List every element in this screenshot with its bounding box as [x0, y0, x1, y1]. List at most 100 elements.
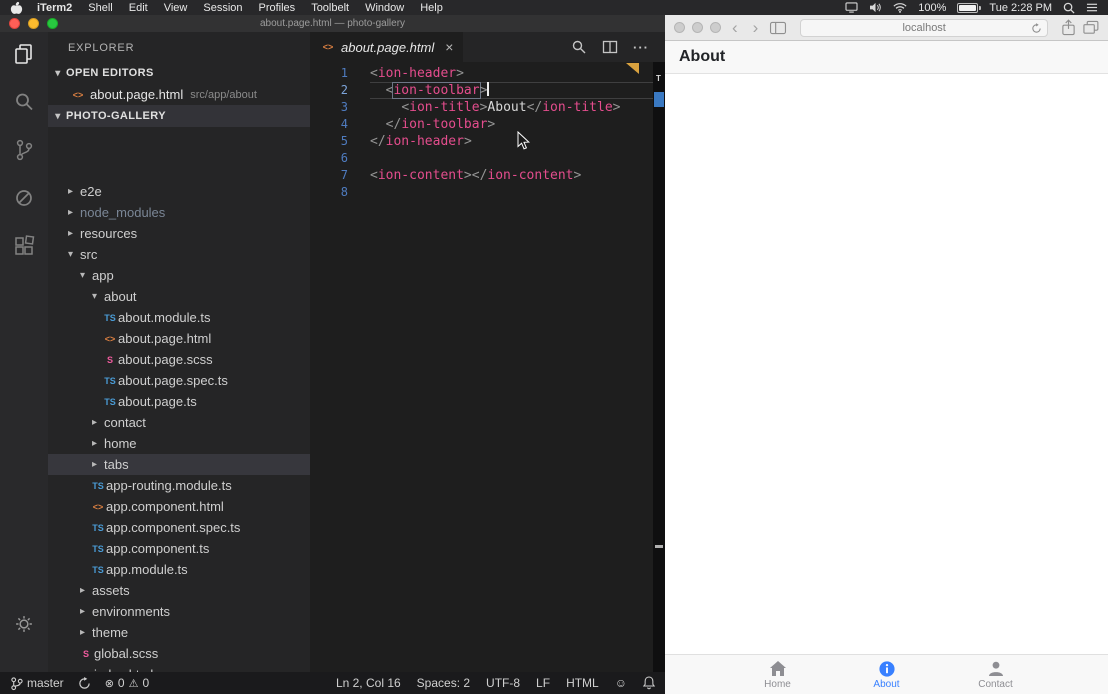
menubar-menu-view[interactable]: View [156, 2, 196, 14]
open-editor-path: src/app/about [190, 89, 257, 101]
close-window-button[interactable] [674, 22, 685, 33]
tree-item-label: home [104, 436, 137, 451]
sync-icon [78, 677, 91, 690]
menubar-menus: ShellEditViewSessionProfilesToolbeltWind… [80, 2, 451, 14]
line-number: 8 [310, 184, 348, 201]
tree-file-about.page.html[interactable]: <>about.page.html [48, 328, 310, 349]
address-bar[interactable]: localhost [800, 19, 1048, 37]
tree-folder-home[interactable]: ▸home [48, 433, 310, 454]
tree-file-about.page.spec.ts[interactable]: TSabout.page.spec.ts [48, 370, 310, 391]
menubar-menu-shell[interactable]: Shell [80, 2, 120, 14]
minimize-window-button[interactable] [692, 22, 703, 33]
open-editor-item[interactable]: <> about.page.html src/app/about [48, 84, 310, 105]
indentation-setting[interactable]: Spaces: 2 [417, 676, 470, 690]
tree-file-about.module.ts[interactable]: TSabout.module.ts [48, 307, 310, 328]
search-icon[interactable] [12, 90, 36, 114]
tree-file-app.component.html[interactable]: <>app.component.html [48, 496, 310, 517]
debug-icon[interactable] [12, 186, 36, 210]
spotlight-icon[interactable] [1063, 2, 1075, 14]
zoom-window-button[interactable] [47, 18, 58, 29]
tree-item-label: global.scss [94, 646, 158, 661]
tree-folder-e2e[interactable]: ▸e2e [48, 181, 310, 202]
encoding-setting[interactable]: UTF-8 [486, 676, 520, 690]
info-icon [878, 660, 896, 678]
extensions-icon[interactable] [12, 234, 36, 258]
volume-status-icon[interactable] [869, 2, 882, 13]
open-editors-section-header[interactable]: ▾ OPEN EDITORS [48, 62, 310, 84]
tree-item-label: app-routing.module.ts [106, 478, 232, 493]
tree-folder-tabs[interactable]: ▸tabs [48, 454, 310, 475]
reload-icon[interactable] [1031, 23, 1042, 34]
tree-folder-node_modules[interactable]: ▸node_modules [48, 202, 310, 223]
project-section-header[interactable]: ▾ PHOTO-GALLERY [48, 105, 310, 127]
apple-menu-icon[interactable] [10, 1, 23, 15]
vscode-title-bar[interactable]: about.page.html — photo-gallery [0, 15, 665, 32]
text-cursor [487, 82, 489, 96]
back-button[interactable]: ‹ [728, 19, 742, 36]
tree-folder-about[interactable]: ▾about [48, 286, 310, 307]
display-status-icon[interactable] [845, 2, 858, 13]
tab-button-contact[interactable]: Contact [941, 655, 1050, 694]
menubar-menu-toolbelt[interactable]: Toolbelt [303, 2, 357, 14]
notifications-bell-icon[interactable] [643, 676, 655, 690]
sync-changes-button[interactable] [78, 677, 91, 690]
problems-indicator[interactable]: ⊗ 0 ⚠ 0 [105, 676, 149, 690]
overview-ruler-mark: T [656, 74, 661, 83]
tree-file-app-routing.module.ts[interactable]: TSapp-routing.module.ts [48, 475, 310, 496]
overview-ruler[interactable]: T [653, 62, 665, 672]
tree-file-about.page.ts[interactable]: TSabout.page.ts [48, 391, 310, 412]
source-control-icon[interactable] [12, 138, 36, 162]
tree-folder-app[interactable]: ▾app [48, 265, 310, 286]
tree-file-app.component.spec.ts[interactable]: TSapp.component.spec.ts [48, 517, 310, 538]
menubar-clock[interactable]: Tue 2:28 PM [989, 2, 1052, 14]
close-window-button[interactable] [9, 18, 20, 29]
feedback-smiley-icon[interactable]: ☺ [615, 676, 627, 690]
menubar-menu-profiles[interactable]: Profiles [251, 2, 304, 14]
wifi-status-icon[interactable] [893, 2, 907, 13]
find-in-file-icon[interactable] [571, 39, 587, 55]
menubar-menu-help[interactable]: Help [412, 2, 451, 14]
safari-window: ‹ › localhost About HomeAboutContact [665, 15, 1108, 694]
share-icon[interactable] [1061, 19, 1076, 36]
tree-file-global.scss[interactable]: Sglobal.scss [48, 643, 310, 664]
zoom-window-button[interactable] [710, 22, 721, 33]
sidebar-toggle-icon[interactable] [769, 21, 787, 35]
tab-button-home[interactable]: Home [723, 655, 832, 694]
eol-setting[interactable]: LF [536, 676, 550, 690]
tree-file-app.component.ts[interactable]: TSapp.component.ts [48, 538, 310, 559]
tree-file-app.module.ts[interactable]: TSapp.module.ts [48, 559, 310, 580]
menubar-menu-edit[interactable]: Edit [121, 2, 156, 14]
safari-title-bar[interactable]: ‹ › localhost [665, 15, 1108, 41]
battery-icon[interactable] [957, 3, 978, 13]
more-actions-icon[interactable]: ··· [633, 40, 649, 55]
tree-folder-resources[interactable]: ▸resources [48, 223, 310, 244]
sass-file-icon: S [102, 355, 118, 365]
tab-about-page-html[interactable]: <> about.page.html × [310, 32, 463, 62]
split-editor-icon[interactable] [602, 39, 618, 55]
tree-folder-theme[interactable]: ▸theme [48, 622, 310, 643]
code-editor[interactable]: 1<ion-header>2 <ion-toolbar>3 <ion-title… [310, 62, 653, 672]
language-mode[interactable]: HTML [566, 676, 599, 690]
tree-file-index.html[interactable]: <>index.html [48, 664, 310, 672]
cursor-position[interactable]: Ln 2, Col 16 [336, 676, 401, 690]
close-tab-icon[interactable]: × [445, 39, 453, 55]
tree-item-label: resources [80, 226, 137, 241]
settings-gear-icon[interactable] [12, 612, 36, 636]
tree-file-about.page.scss[interactable]: Sabout.page.scss [48, 349, 310, 370]
menubar-menu-window[interactable]: Window [357, 2, 412, 14]
tree-folder-environments[interactable]: ▸environments [48, 601, 310, 622]
tree-folder-contact[interactable]: ▸contact [48, 412, 310, 433]
minimize-window-button[interactable] [28, 18, 39, 29]
tab-overview-icon[interactable] [1083, 20, 1099, 35]
menubar-app-name[interactable]: iTerm2 [29, 2, 80, 14]
tree-folder-src[interactable]: ▾src [48, 244, 310, 265]
tab-button-about[interactable]: About [832, 655, 941, 694]
activity-bar [0, 32, 48, 672]
notification-center-icon[interactable] [1086, 2, 1098, 13]
tree-folder-assets[interactable]: ▸assets [48, 580, 310, 601]
tree-item-label: tabs [104, 457, 129, 472]
menubar-menu-session[interactable]: Session [195, 2, 250, 14]
explorer-icon[interactable] [12, 42, 36, 66]
branch-indicator[interactable]: master [10, 676, 64, 691]
forward-button[interactable]: › [749, 19, 763, 36]
